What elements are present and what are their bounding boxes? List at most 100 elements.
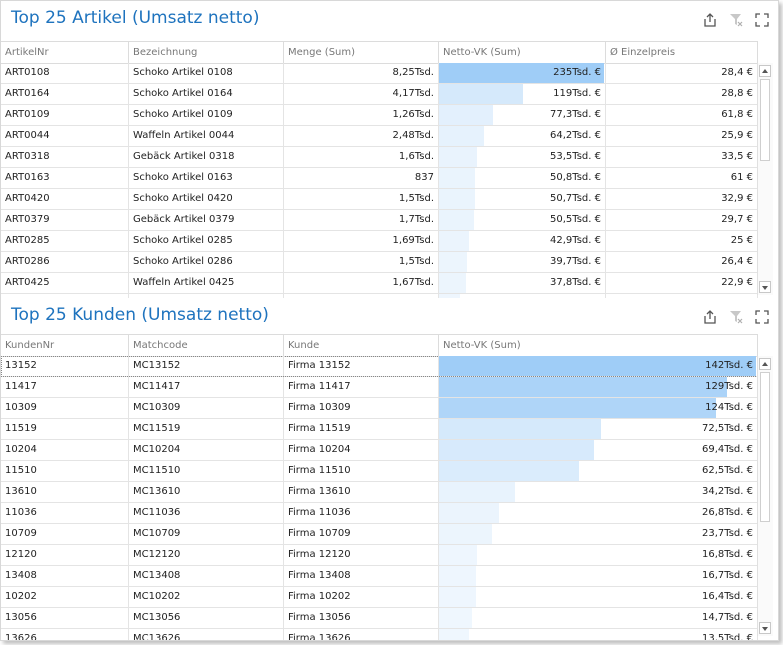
- table-row[interactable]: ART0044 Waffeln Artikel 0044 2,48Tsd. 64,2T…: [1, 126, 758, 147]
- column-header[interactable]: ArtikelNr: [1, 42, 129, 63]
- table-cell: 13,5Tsd. €: [439, 629, 758, 640]
- cell-text: 77,3Tsd. €: [550, 109, 601, 120]
- table-cell: Schoko Artikel 0108: [129, 63, 284, 83]
- table-row[interactable]: ART0163 Schoko Artikel 0163 837 50,8Tsd. € 6…: [1, 168, 758, 189]
- articles-scrollbar[interactable]: [757, 63, 773, 295]
- scroll-up-button[interactable]: [759, 358, 771, 370]
- scroll-up-button[interactable]: [759, 65, 771, 77]
- table-row[interactable]: 13610 MC13610 Firma 13610 34,2Tsd. €: [1, 482, 758, 503]
- cell-text: 62,5Tsd. €: [702, 465, 753, 476]
- value-bar: [439, 231, 469, 251]
- panel-title: Top 25 Kunden (Umsatz netto): [11, 305, 269, 325]
- value-bar: [439, 168, 475, 188]
- column-header[interactable]: Netto-VK (Sum): [439, 42, 606, 63]
- table-cell: 50,7Tsd. €: [439, 189, 606, 209]
- table-row[interactable]: 10309 MC10309 Firma 10309 124Tsd. €: [1, 398, 758, 419]
- table-cell: ART0318: [1, 147, 129, 167]
- column-header[interactable]: Menge (Sum): [284, 42, 439, 63]
- table-cell: MC11519: [129, 419, 284, 439]
- table-row[interactable]: 13626 MC13626 Firma 13626 13,5Tsd. €: [1, 629, 758, 640]
- table-row[interactable]: 11510 MC11510 Firma 11510 62,5Tsd. €: [1, 461, 758, 482]
- table-cell: ART0108: [1, 63, 129, 83]
- table-cell: 23,7Tsd. €: [439, 524, 758, 544]
- maximize-icon[interactable]: [755, 13, 769, 27]
- table-cell: 16,7Tsd. €: [439, 566, 758, 586]
- cell-text: 34,2Tsd. €: [702, 486, 753, 497]
- table-row[interactable]: 11519 MC11519 Firma 11519 72,5Tsd. €: [1, 419, 758, 440]
- cell-text: 14,7Tsd. €: [702, 612, 753, 623]
- table-row[interactable]: ART0164 Schoko Artikel 0164 4,17Tsd. 119Tsd…: [1, 84, 758, 105]
- column-header[interactable]: Ø Einzelpreis: [606, 42, 758, 63]
- table-row[interactable]: ART0108 Schoko Artikel 0108 8,25Tsd. 235Tsd…: [1, 63, 758, 84]
- customers-scrollbar[interactable]: [757, 356, 773, 636]
- table-row[interactable]: ART0285 Schoko Artikel 0285 1,69Tsd. 42,9Ts…: [1, 231, 758, 252]
- table-row[interactable]: ART0109 Schoko Artikel 0109 1,26Tsd. 77,3Ts…: [1, 105, 758, 126]
- table-cell: ART0379: [1, 210, 129, 230]
- table-cell: 142Tsd. €: [439, 356, 758, 376]
- dashboard-frame: Top 25 Artikel (Umsatz netto) ArtikelNr B…: [0, 0, 779, 641]
- table-row[interactable]: 13152 MC13152 Firma 13152 142Tsd. €: [1, 356, 758, 377]
- value-bar: [439, 461, 579, 481]
- scroll-down-button[interactable]: [759, 622, 771, 634]
- scroll-down-button[interactable]: [759, 281, 771, 293]
- table-row[interactable]: ART0425 Waffeln Artikel 0425 1,67Tsd. 37,8T…: [1, 273, 758, 294]
- value-bar: [439, 566, 476, 586]
- table-row[interactable]: 13056 MC13056 Firma 13056 14,7Tsd. €: [1, 608, 758, 629]
- table-cell: 26,4 €: [606, 252, 758, 272]
- maximize-icon[interactable]: [755, 310, 769, 324]
- value-bar: [439, 147, 477, 167]
- table-cell: Firma 11417: [284, 377, 439, 397]
- table-row[interactable]: ART0420 Schoko Artikel 0420 1,5Tsd. 50,7Tsd…: [1, 189, 758, 210]
- table-cell: 62,5Tsd. €: [439, 461, 758, 481]
- table-cell: ART0420: [1, 189, 129, 209]
- table-row[interactable]: ART0379 Gebäck Artikel 0379 1,7Tsd. 50,5Tsd…: [1, 210, 758, 231]
- table-row[interactable]: ART0318 Gebäck Artikel 0318 1,6Tsd. 53,5Tsd…: [1, 147, 758, 168]
- table-header: KundenNr Matchcode Kunde Netto-VK (Sum): [1, 334, 758, 357]
- export-icon[interactable]: [703, 310, 717, 324]
- table-cell: ART0163: [1, 168, 129, 188]
- scroll-thumb[interactable]: [760, 372, 770, 522]
- table-row[interactable]: 11036 MC11036 Firma 11036 26,8Tsd. €: [1, 503, 758, 524]
- cell-text: 50,8Tsd. €: [550, 172, 601, 183]
- cell-text: 53,5Tsd. €: [550, 151, 601, 162]
- table-cell: 235Tsd. €: [439, 63, 606, 83]
- value-bar: [439, 189, 475, 209]
- panel-title: Top 25 Artikel (Umsatz netto): [11, 8, 260, 28]
- clear-filter-icon[interactable]: [729, 13, 743, 27]
- table-row[interactable]: 12120 MC12120 Firma 12120 16,8Tsd. €: [1, 545, 758, 566]
- table-cell: Firma 10202: [284, 587, 439, 607]
- table-cell: Schoko Artikel 0163: [129, 168, 284, 188]
- cell-text: 13,5Tsd. €: [702, 633, 753, 640]
- table-cell: Firma 13610: [284, 482, 439, 502]
- table-cell: 1,67Tsd.: [284, 273, 439, 293]
- scroll-thumb[interactable]: [760, 79, 770, 161]
- column-header[interactable]: Kunde: [284, 335, 439, 356]
- table-cell: Waffeln Artikel 0425: [129, 273, 284, 293]
- table-cell: Schoko Artikel 0285: [129, 231, 284, 251]
- column-header[interactable]: Bezeichnung: [129, 42, 284, 63]
- table-cell: 1,69Tsd.: [284, 231, 439, 251]
- table-row[interactable]: 11417 MC11417 Firma 11417 129Tsd. €: [1, 377, 758, 398]
- table-cell: 28,4 €: [606, 63, 758, 83]
- table-row[interactable]: 13408 MC13408 Firma 13408 16,7Tsd. €: [1, 566, 758, 587]
- value-bar: [439, 629, 469, 640]
- table-cell: Firma 12120: [284, 545, 439, 565]
- table-row[interactable]: ART0286 Schoko Artikel 0286 1,5Tsd. 39,7Tsd…: [1, 252, 758, 273]
- table-row[interactable]: 10204 MC10204 Firma 10204 69,4Tsd. €: [1, 440, 758, 461]
- table-cell: 10309: [1, 398, 129, 418]
- table-cell: ART0286: [1, 252, 129, 272]
- table-cell: 12120: [1, 545, 129, 565]
- export-icon[interactable]: [703, 13, 717, 27]
- table-cell: Gebäck Artikel 0379: [129, 210, 284, 230]
- column-header[interactable]: KundenNr: [1, 335, 129, 356]
- cell-text: 16,7Tsd. €: [702, 570, 753, 581]
- table-cell: 11519: [1, 419, 129, 439]
- cell-text: 124Tsd. €: [705, 402, 753, 413]
- column-header[interactable]: Netto-VK (Sum): [439, 335, 758, 356]
- clear-filter-icon[interactable]: [729, 310, 743, 324]
- table-cell: 10202: [1, 587, 129, 607]
- table-row[interactable]: 10709 MC10709 Firma 10709 23,7Tsd. €: [1, 524, 758, 545]
- column-header[interactable]: Matchcode: [129, 335, 284, 356]
- table-cell: Firma 13626: [284, 629, 439, 640]
- table-row[interactable]: 10202 MC10202 Firma 10202 16,4Tsd. €: [1, 587, 758, 608]
